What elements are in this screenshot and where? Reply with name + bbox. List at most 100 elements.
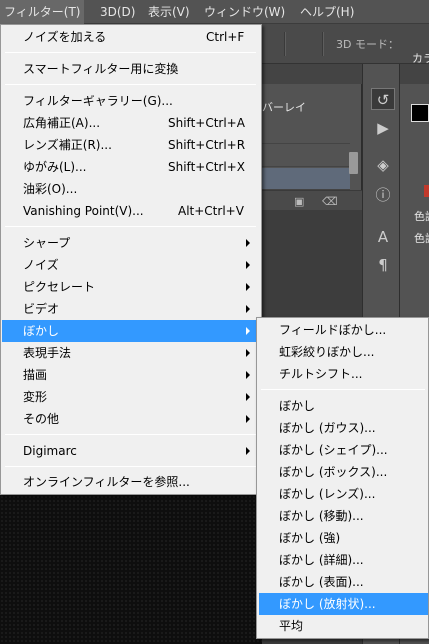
menu-item-label: 表現手法 bbox=[23, 346, 72, 360]
menu-item-sharpen[interactable]: シャープ bbox=[2, 232, 260, 254]
layer-row-selected[interactable] bbox=[262, 168, 350, 190]
submenu-arrow-icon bbox=[246, 349, 250, 357]
color-panel-title[interactable]: カラ bbox=[412, 50, 429, 66]
layers-scrollbar-thumb[interactable] bbox=[349, 152, 358, 174]
submenu-item-smart-blur[interactable]: ぼかし (詳細)... bbox=[259, 549, 428, 571]
menu-item-other[interactable]: その他 bbox=[2, 408, 260, 430]
submenu-item-iris-blur[interactable]: 虹彩絞りぼかし... bbox=[259, 341, 428, 363]
submenu-item-gaussian-blur[interactable]: ぼかし (ガウス)... bbox=[259, 417, 428, 439]
submenu-item-average[interactable]: 平均 bbox=[259, 615, 428, 637]
menu-item-label: シャープ bbox=[23, 236, 71, 250]
menu-item-label: ノイズ bbox=[23, 258, 59, 272]
menu-item-browse-filters-online[interactable]: オンラインフィルターを参照... bbox=[2, 471, 260, 493]
character-icon[interactable]: A bbox=[371, 226, 395, 248]
submenu-arrow-icon bbox=[246, 415, 250, 423]
options-separator bbox=[322, 32, 324, 56]
menu-separator bbox=[5, 52, 256, 53]
menu-item-label: ビデオ bbox=[23, 302, 60, 316]
menu-item-video[interactable]: ビデオ bbox=[2, 298, 260, 320]
menu-item-pixelate[interactable]: ピクセレート bbox=[2, 276, 260, 298]
submenu-item-lens-blur[interactable]: ぼかし (レンズ)... bbox=[259, 483, 428, 505]
menu-3d[interactable]: 3D(D) bbox=[96, 0, 139, 24]
menu-item-label: ゆがみ(L)... bbox=[23, 160, 87, 174]
menu-help[interactable]: ヘルプ(H) bbox=[296, 0, 358, 24]
3d-cube-icon[interactable]: ◈ bbox=[371, 154, 395, 176]
submenu-item-motion-blur[interactable]: ぼかし (移動)... bbox=[259, 505, 428, 527]
submenu-arrow-icon bbox=[246, 283, 250, 291]
layers-panel-tabs bbox=[262, 64, 362, 84]
submenu-item-label: ぼかし (レンズ)... bbox=[279, 487, 376, 501]
submenu-item-label: ぼかし bbox=[279, 399, 316, 413]
blur-submenu: フィールドぼかし... 虹彩絞りぼかし... チルトシフト... ぼかし ぼかし… bbox=[256, 317, 429, 639]
layer-row[interactable] bbox=[262, 145, 350, 167]
menu-item-label: 油彩(O)... bbox=[23, 182, 78, 196]
menu-item-filter-gallery[interactable]: フィルターギャラリー(G)... bbox=[2, 90, 260, 112]
menu-separator bbox=[5, 434, 256, 435]
menu-item-label: オンラインフィルターを参照... bbox=[23, 475, 190, 489]
history-icon[interactable]: ↺ bbox=[371, 88, 395, 110]
submenu-arrow-icon bbox=[246, 371, 250, 379]
submenu-item-label: ぼかし (シェイプ)... bbox=[279, 443, 388, 457]
menu-item-label: スマートフィルター用に変換 bbox=[23, 62, 179, 76]
info-icon[interactable]: ⓘ bbox=[371, 184, 395, 206]
menu-item-adaptive-wide-angle[interactable]: 広角補正(A)... Shift+Ctrl+A bbox=[2, 112, 260, 134]
menu-separator bbox=[5, 466, 256, 467]
menu-item-label: ピクセレート bbox=[23, 280, 96, 294]
layers-panel-footer: ▣ ⌫ bbox=[262, 190, 362, 210]
menu-item-blur[interactable]: ぼかし bbox=[2, 320, 260, 342]
menu-item-shortcut: Ctrl+F bbox=[206, 30, 245, 44]
submenu-item-blur-more[interactable]: ぼかし (強) bbox=[259, 527, 428, 549]
menu-item-liquify[interactable]: ゆがみ(L)... Shift+Ctrl+X bbox=[2, 156, 260, 178]
menu-item-label: 広角補正(A)... bbox=[23, 116, 101, 130]
menu-item-digimarc[interactable]: Digimarc bbox=[2, 440, 260, 462]
document-canvas bbox=[0, 495, 262, 644]
blend-mode-select[interactable]: バーレイ bbox=[262, 99, 306, 115]
foreground-color-swatch[interactable] bbox=[411, 104, 429, 122]
menu-item-stylize[interactable]: 表現手法 bbox=[2, 342, 260, 364]
menu-item-label: レンズ補正(R)... bbox=[23, 138, 112, 152]
options-separator bbox=[284, 32, 286, 56]
submenu-item-surface-blur[interactable]: ぼかし (表面)... bbox=[259, 571, 428, 593]
menu-item-noise[interactable]: ノイズ bbox=[2, 254, 260, 276]
submenu-item-label: ぼかし (放射状)... bbox=[279, 597, 376, 611]
play-icon[interactable]: ▶ bbox=[371, 117, 395, 139]
menu-item-vanishing-point[interactable]: Vanishing Point(V)... Alt+Ctrl+V bbox=[2, 200, 260, 222]
submenu-arrow-icon bbox=[246, 447, 250, 455]
submenu-item-label: ぼかし (移動)... bbox=[279, 509, 364, 523]
color-panel-tab bbox=[400, 64, 429, 84]
trash-icon[interactable]: ⌫ bbox=[322, 195, 338, 208]
submenu-separator bbox=[261, 389, 425, 390]
menu-item-convert-smart-filters[interactable]: スマートフィルター用に変換 bbox=[2, 58, 260, 80]
submenu-item-radial-blur[interactable]: ぼかし (放射状)... bbox=[259, 593, 428, 615]
submenu-item-field-blur[interactable]: フィールドぼかし... bbox=[259, 319, 428, 341]
menu-item-render[interactable]: 描画 bbox=[2, 364, 260, 386]
menu-item-shortcut: Shift+Ctrl+R bbox=[168, 138, 246, 152]
menu-window[interactable]: ウィンドウ(W) bbox=[200, 0, 289, 24]
layers-panel bbox=[262, 64, 362, 210]
submenu-item-box-blur[interactable]: ぼかし (ボックス)... bbox=[259, 461, 428, 483]
submenu-arrow-icon bbox=[246, 327, 250, 335]
submenu-item-label: ぼかし (ボックス)... bbox=[279, 465, 388, 479]
submenu-item-blur[interactable]: ぼかし bbox=[259, 395, 428, 417]
menu-bar: フィルター(T) 3D(D) 表示(V) ウィンドウ(W) ヘルプ(H) bbox=[0, 0, 429, 24]
menu-item-lens-correction[interactable]: レンズ補正(R)... Shift+Ctrl+R bbox=[2, 134, 260, 156]
menu-item-oil-paint[interactable]: 油彩(O)... bbox=[2, 178, 260, 200]
menu-item-label: その他 bbox=[23, 412, 60, 426]
submenu-item-tilt-shift[interactable]: チルトシフト... bbox=[259, 363, 428, 385]
menu-item-distort[interactable]: 変形 bbox=[2, 386, 260, 408]
paragraph-icon[interactable]: ¶ bbox=[371, 254, 395, 276]
menu-filter[interactable]: フィルター(T) bbox=[0, 0, 85, 24]
menu-item-label: フィルターギャラリー(G)... bbox=[23, 94, 173, 108]
submenu-item-label: ぼかし (強) bbox=[279, 531, 341, 545]
layer-row[interactable] bbox=[262, 122, 350, 144]
menu-item-add-noise[interactable]: ノイズを加える Ctrl+F bbox=[2, 26, 260, 48]
menu-item-label: Digimarc bbox=[23, 444, 77, 458]
menu-item-label: ノイズを加える bbox=[23, 30, 107, 44]
submenu-item-label: フィールドぼかし... bbox=[279, 323, 387, 337]
menu-separator bbox=[5, 226, 256, 227]
submenu-item-shape-blur[interactable]: ぼかし (シェイプ)... bbox=[259, 439, 428, 461]
menu-item-shortcut: Shift+Ctrl+A bbox=[168, 116, 245, 130]
menu-view[interactable]: 表示(V) bbox=[144, 0, 194, 24]
camera-icon[interactable]: ▣ bbox=[294, 195, 304, 208]
submenu-item-label: ぼかし (ガウス)... bbox=[279, 421, 376, 435]
